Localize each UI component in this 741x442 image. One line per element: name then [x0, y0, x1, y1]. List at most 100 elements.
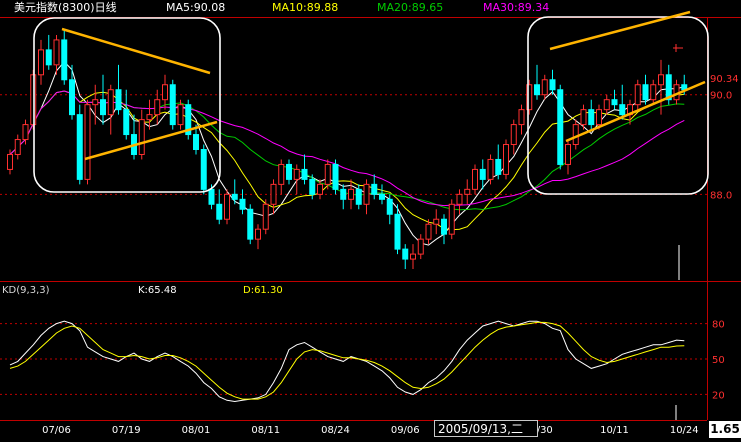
- candle: [255, 224, 261, 250]
- candle: [332, 159, 339, 195]
- candle: [541, 74, 548, 100]
- cursor-date-readout: 2005/09/13,二: [434, 420, 538, 437]
- candle: [270, 179, 277, 215]
- candle: [518, 104, 525, 135]
- kd-tick-label: 20: [712, 390, 725, 401]
- candle: [634, 79, 641, 110]
- ma10-label: MA10:89.88: [272, 1, 339, 14]
- candle: [379, 184, 385, 205]
- candle: [472, 164, 478, 195]
- date-tick-label: /30: [537, 425, 553, 436]
- candle: [138, 109, 145, 160]
- candle: [262, 199, 269, 235]
- candle: [131, 114, 137, 160]
- candle: [557, 84, 564, 170]
- chart-title: 美元指数(8300)日线: [14, 1, 117, 14]
- kd-d-line: [9, 321, 685, 400]
- candle: [386, 194, 393, 225]
- pattern-box-right: [527, 16, 709, 195]
- trendline-left-upper: [61, 27, 211, 75]
- candle: [650, 79, 657, 105]
- candle: [402, 244, 409, 270]
- candle: [100, 74, 106, 125]
- candle: [61, 29, 68, 85]
- candle: [611, 89, 618, 110]
- kd-d-value: D:61.30: [243, 285, 283, 296]
- date-tick-label: 10/24: [670, 425, 699, 436]
- candle: [115, 64, 122, 115]
- candle: [495, 144, 502, 180]
- candle: [503, 139, 509, 180]
- candle: [107, 84, 114, 135]
- date-tick-label: 07/19: [112, 425, 141, 436]
- candle: [340, 184, 347, 210]
- candle: [69, 64, 75, 120]
- candle: [293, 164, 300, 195]
- candle: [177, 99, 184, 130]
- candle: [92, 84, 99, 125]
- price-tick-label: 88.0: [710, 190, 732, 201]
- candle: [456, 189, 463, 215]
- candle: [619, 84, 626, 120]
- kd-indicator-layer: [9, 320, 685, 403]
- candle: [588, 99, 595, 130]
- ma20-label: MA20:89.65: [377, 1, 444, 14]
- candle: [464, 179, 471, 205]
- date-tick-label: 09/06: [391, 425, 420, 436]
- candlestick-layer: [7, 29, 688, 270]
- price-tick-label: 90.0: [710, 91, 732, 102]
- kd-title: KD(9,3,3): [2, 285, 50, 296]
- candle: [348, 179, 354, 210]
- candle: [433, 209, 440, 235]
- candle: [363, 179, 370, 215]
- price-tick-label: 90.34: [710, 74, 739, 85]
- candle: [301, 154, 308, 185]
- candle: [278, 159, 285, 195]
- candle: [247, 204, 254, 245]
- candle: [14, 134, 21, 160]
- candle: [286, 159, 292, 185]
- candle: [410, 244, 416, 270]
- axis-label-layer: 90.34 90.0 88.0 20 50 80 07/06 07/19 08/01 08/11 0…: [42, 74, 739, 436]
- candle: [441, 214, 447, 245]
- candle: [603, 94, 610, 115]
- ma30-label: MA30:89.34: [483, 1, 550, 14]
- candle: [534, 64, 540, 100]
- candle: [448, 199, 455, 240]
- candle: [169, 79, 176, 130]
- date-tick-label: 08/11: [251, 425, 280, 436]
- cursor-price-readout: 1.65: [709, 421, 741, 438]
- grid-layer: [0, 94, 707, 395]
- date-tick-label: 08/01: [182, 425, 211, 436]
- date-tick-label: 07/06: [42, 425, 71, 436]
- candle: [239, 189, 246, 215]
- candle: [572, 119, 579, 150]
- candle: [224, 189, 230, 225]
- kd-tick-label: 50: [712, 355, 725, 366]
- date-tick-label: 10/11: [600, 425, 629, 436]
- candle: [510, 119, 517, 155]
- candle: [549, 69, 556, 95]
- candle: [123, 89, 130, 140]
- last-price-marker: [673, 44, 683, 52]
- candle: [84, 99, 91, 185]
- candle: [417, 234, 424, 260]
- candle: [76, 104, 83, 185]
- candle: [38, 39, 44, 85]
- ma5-label: MA5:90.08: [166, 1, 226, 14]
- candle: [231, 179, 238, 205]
- date-tick-label: 08/24: [321, 425, 350, 436]
- candle: [45, 34, 52, 70]
- candle: [317, 179, 323, 200]
- kd-tick-label: 80: [712, 320, 725, 331]
- candle: [371, 174, 378, 200]
- candle: [324, 159, 331, 190]
- candle: [185, 99, 192, 140]
- candle: [565, 139, 571, 175]
- candle: [487, 154, 494, 185]
- price-chart: 90.34 90.0 88.0 20 50 80 07/06 07/19 08/01 08/11 0…: [0, 10, 741, 436]
- candle: [200, 144, 207, 195]
- kd-k-line: [9, 320, 685, 403]
- chart-window: { "header": { "title": "美元指数(8300)日线", "…: [0, 0, 741, 442]
- candle: [642, 74, 649, 105]
